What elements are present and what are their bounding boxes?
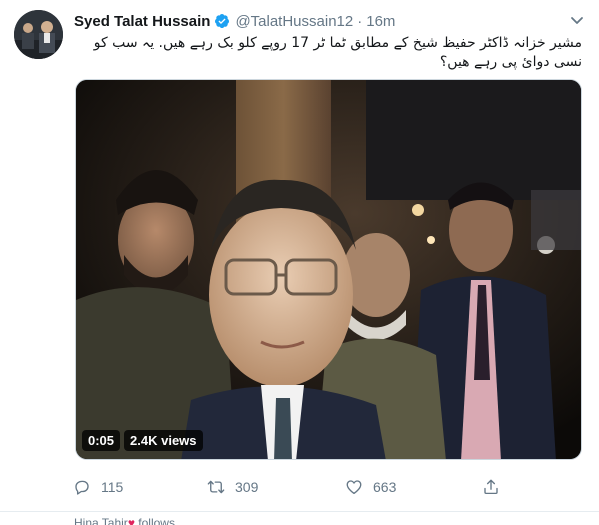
reply-button[interactable]: 115 bbox=[73, 476, 123, 498]
video-duration: 0:05 bbox=[82, 430, 121, 451]
avatar[interactable] bbox=[14, 10, 63, 59]
video-frame bbox=[76, 80, 581, 459]
tweet-text: مشیر خزانہ ڈاکٹر حفیظ شیخ کے مطابق ٹما ٹ… bbox=[93, 35, 582, 70]
share-icon bbox=[484, 479, 498, 495]
time-separator: · bbox=[357, 12, 363, 30]
verified-badge-icon bbox=[214, 13, 230, 29]
follower-name[interactable]: Hina Tahir bbox=[74, 516, 128, 525]
heart-emoji-icon: ♥ bbox=[127, 516, 135, 525]
share-button[interactable] bbox=[482, 476, 510, 498]
video-meta: 0:05 2.4K views bbox=[82, 430, 203, 451]
reply-count: 115 bbox=[101, 479, 124, 495]
display-name[interactable]: Syed Talat Hussain bbox=[74, 13, 210, 30]
tweet-timestamp[interactable]: 16m bbox=[366, 13, 395, 30]
video-player[interactable]: 0:05 2.4K views bbox=[75, 79, 582, 460]
next-tweet-context[interactable]: Hina Tahir♥ follows bbox=[74, 516, 175, 525]
heart-icon bbox=[346, 480, 362, 495]
chevron-down-icon[interactable] bbox=[569, 12, 585, 28]
user-handle[interactable]: @TalatHussain12 bbox=[235, 13, 353, 30]
like-button[interactable]: 663 bbox=[345, 476, 396, 498]
reply-icon bbox=[75, 480, 89, 495]
retweet-count: 309 bbox=[235, 479, 259, 495]
tweet-actions: 115 309 663 bbox=[73, 476, 513, 498]
follows-label: follows bbox=[134, 516, 175, 525]
retweet-button[interactable]: 309 bbox=[207, 476, 258, 498]
tweet-header: Syed Talat Hussain @TalatHussain12 · 16m bbox=[74, 11, 559, 31]
video-views: 2.4K views bbox=[124, 430, 203, 451]
tweet[interactable]: Syed Talat Hussain @TalatHussain12 · 16m… bbox=[0, 0, 599, 512]
retweet-icon bbox=[207, 480, 225, 494]
like-count: 663 bbox=[373, 479, 397, 495]
